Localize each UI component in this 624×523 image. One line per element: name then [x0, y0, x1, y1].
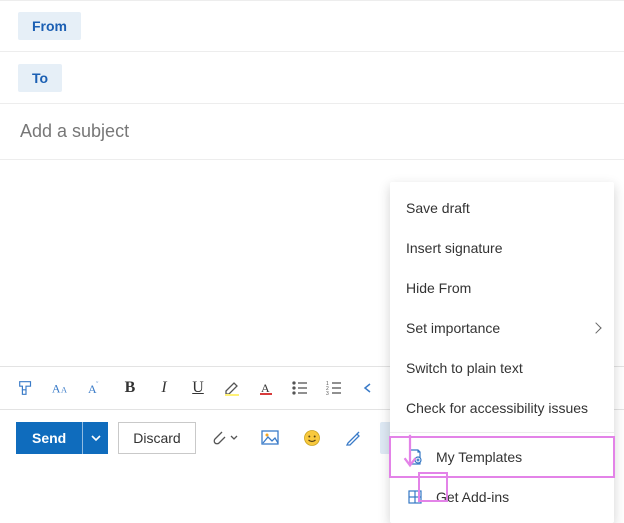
to-row: To [0, 52, 624, 104]
subject-input[interactable] [18, 120, 606, 143]
send-split-button: Send [16, 422, 108, 454]
highlight-color-icon[interactable] [216, 372, 248, 404]
menu-my-templates-label: My Templates [436, 449, 522, 465]
font-size-increase-icon[interactable]: AA [44, 372, 78, 404]
insert-drawing-button[interactable] [338, 422, 370, 454]
menu-get-addins[interactable]: Get Add-ins [390, 477, 614, 517]
svg-text:A: A [52, 382, 61, 396]
more-options-menu: Save draft Insert signature Hide From Se… [390, 182, 614, 523]
to-button[interactable]: To [18, 64, 62, 92]
menu-insert-signature[interactable]: Insert signature [390, 228, 614, 268]
send-button[interactable]: Send [16, 422, 82, 454]
paperclip-icon [212, 430, 228, 446]
svg-text:ˇ: ˇ [96, 382, 99, 389]
menu-hide-from[interactable]: Hide From [390, 268, 614, 308]
svg-text:A: A [261, 381, 270, 395]
decrease-indent-icon[interactable] [352, 372, 384, 404]
underline-button[interactable]: U [182, 372, 214, 404]
attach-button[interactable] [206, 422, 244, 454]
addins-icon [406, 488, 424, 506]
insert-emoji-button[interactable] [296, 422, 328, 454]
format-painter-icon[interactable] [10, 372, 42, 404]
pen-draw-icon [345, 429, 363, 447]
menu-get-addins-label: Get Add-ins [436, 489, 509, 505]
bullet-list-icon[interactable] [284, 372, 316, 404]
insert-picture-button[interactable] [254, 422, 286, 454]
menu-my-templates[interactable]: My Templates [390, 437, 614, 477]
menu-set-importance[interactable]: Set importance [390, 308, 614, 348]
from-button[interactable]: From [18, 12, 81, 40]
svg-text:A: A [61, 386, 67, 395]
menu-separator [390, 432, 614, 433]
from-row: From [0, 0, 624, 52]
send-dropdown-button[interactable] [82, 422, 108, 454]
font-color-icon[interactable]: A [250, 372, 282, 404]
italic-button[interactable]: I [148, 372, 180, 404]
svg-text:3: 3 [326, 391, 329, 397]
templates-icon [406, 448, 424, 466]
menu-switch-plain-text[interactable]: Switch to plain text [390, 348, 614, 388]
image-icon [261, 430, 279, 446]
bold-button[interactable]: B [114, 372, 146, 404]
chevron-down-icon [230, 434, 238, 442]
menu-save-draft[interactable]: Save draft [390, 188, 614, 228]
menu-accessibility-check[interactable]: Check for accessibility issues [390, 388, 614, 428]
font-size-decrease-icon[interactable]: Aˇ [80, 372, 112, 404]
emoji-icon [303, 429, 321, 447]
discard-button[interactable]: Discard [118, 422, 195, 454]
numbered-list-icon[interactable]: 123 [318, 372, 350, 404]
chevron-down-icon [91, 433, 101, 443]
subject-row [0, 104, 624, 160]
